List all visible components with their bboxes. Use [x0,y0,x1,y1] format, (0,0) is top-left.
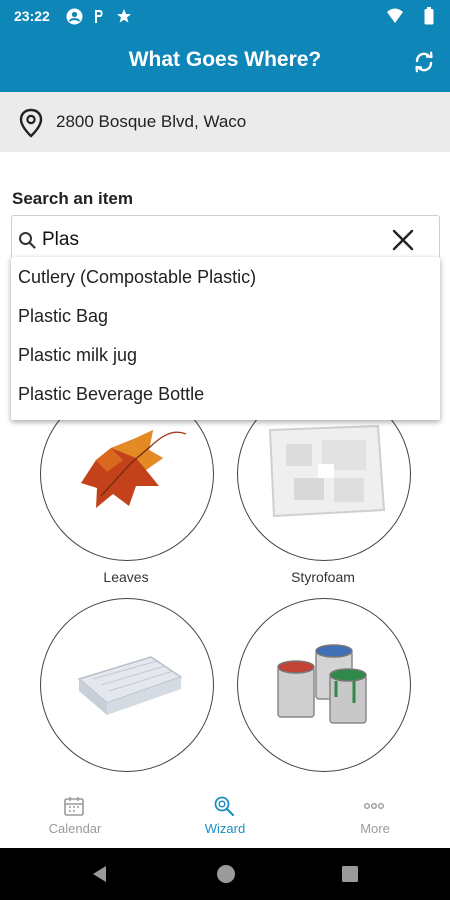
app-bar: What Goes Where? [0,34,450,92]
suggestion-item[interactable]: Plastic Beverage Bottle [18,384,204,405]
status-bar: 23:22 [0,0,450,34]
parking-icon [92,8,106,30]
grid-label-leaves: Leaves [103,569,149,585]
mattress-image [77,656,183,715]
location-bar[interactable]: 2800 Bosque Blvd, Waco [0,92,450,152]
back-icon[interactable] [90,864,108,889]
suggestion-item[interactable]: Plastic Bag [18,306,108,327]
search-icon [18,231,36,254]
suggestion-item[interactable]: Cutlery (Compostable Plastic) [18,267,256,288]
grid-item-mattress[interactable] [40,598,214,772]
paint-cans-image [277,644,367,724]
account-circle-icon [66,8,83,30]
recents-icon[interactable] [341,865,359,888]
close-icon[interactable] [391,228,415,257]
more-dots-icon [363,795,385,822]
nav-label-more: More [360,821,390,836]
grid-item-paint[interactable] [237,598,411,772]
nav-label-wizard: Wizard [204,821,246,836]
location-address: 2800 Bosque Blvd, Waco [56,112,247,131]
calendar-icon [63,795,85,822]
star-icon [116,8,132,29]
system-nav-bar [0,848,450,900]
app-title: What Goes Where? [128,48,322,71]
suggestion-dropdown: Cutlery (Compostable Plastic) Plastic Ba… [11,257,440,420]
nav-label-calendar: Calendar [48,821,102,836]
search-label: Search an item [12,189,133,208]
nav-item-calendar[interactable]: Calendar [0,786,150,848]
bottom-nav: Calendar Wizard More [0,786,450,848]
location-pin-icon [18,108,44,143]
suggestion-item[interactable]: Plastic milk jug [18,345,137,366]
nav-item-wizard[interactable]: Wizard [150,786,300,848]
wifi-icon [386,8,404,29]
grid-label-styrofoam: Styrofoam [291,569,355,585]
home-icon[interactable] [215,863,237,890]
battery-icon [424,7,434,30]
status-time: 23:22 [14,8,50,24]
wizard-search-icon [213,795,235,822]
refresh-icon[interactable] [412,50,436,74]
nav-item-more[interactable]: More [300,786,450,848]
search-input[interactable] [42,225,382,255]
